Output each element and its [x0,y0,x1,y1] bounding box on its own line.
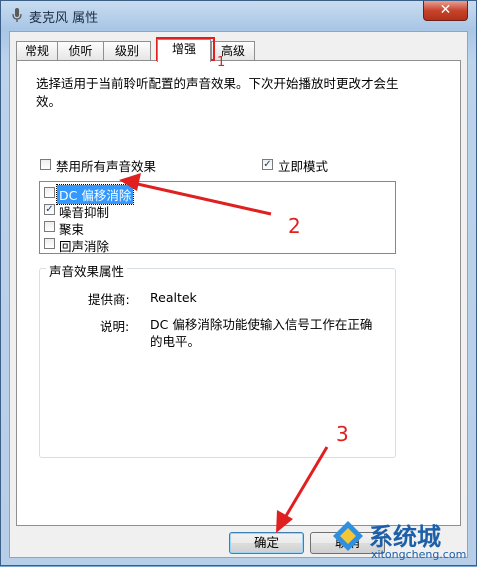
arrowhead-2 [119,173,141,191]
watermark-url: xitongcheng.com [371,548,467,561]
properties-dialog: 麦克风 属性 ✕ 常规 侦听 级别 增强 高级 选择适用于当前聆听配置的声音效果… [0,0,477,566]
tab-enhancements[interactable]: 增强 [157,39,211,62]
watermark: 系统城 xitongcheng.com [331,515,476,565]
arrow-line-3 [281,446,329,522]
annotation-arrows [119,173,329,533]
watermark-logo-icon [333,521,363,551]
watermark-brand: 系统城 [369,523,441,551]
arrow-line-2 [132,181,272,216]
arrowhead-3 [276,510,293,533]
